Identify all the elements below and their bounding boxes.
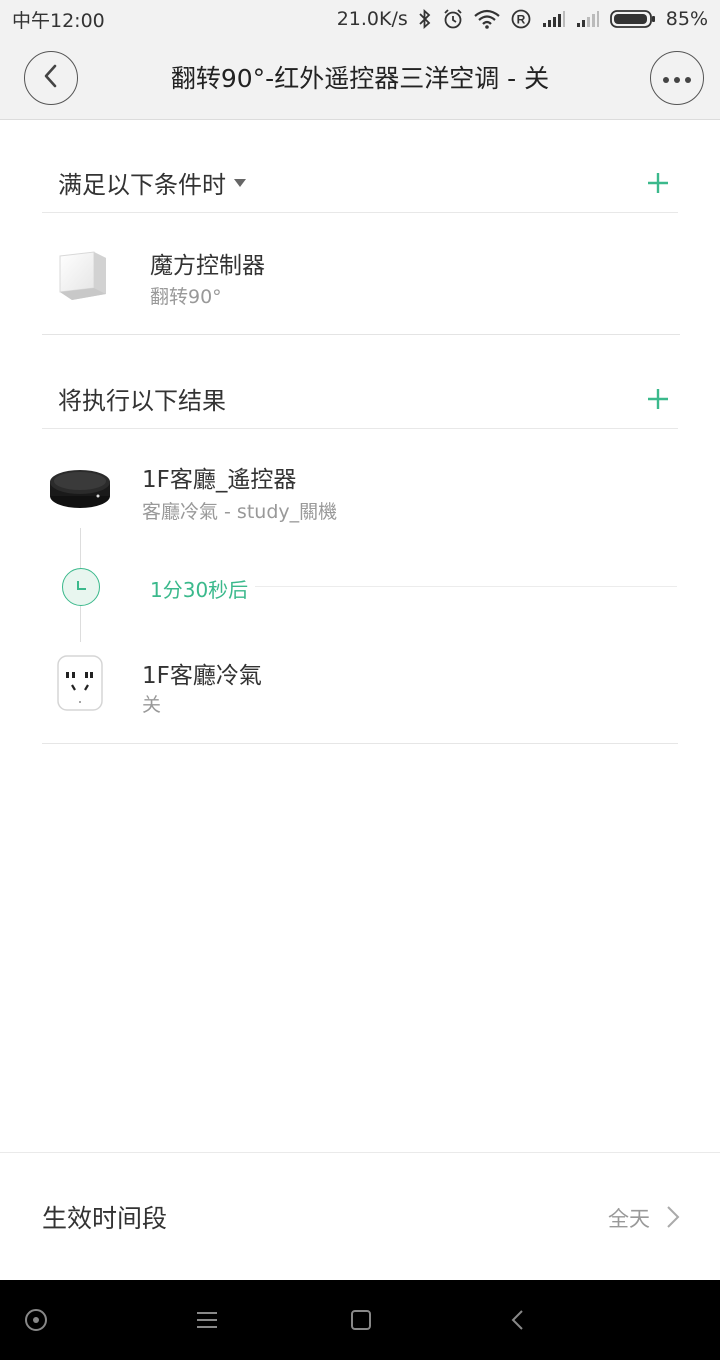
menu-button[interactable] [189, 1302, 225, 1338]
action-device-detail: 关 [142, 694, 162, 716]
condition-item[interactable]: 魔方控制器 翻转90° [42, 214, 678, 334]
network-speed: 21.0K/s [336, 8, 408, 30]
dropdown-caret-icon [234, 178, 246, 187]
roaming-icon: R [510, 8, 532, 30]
ir-remote-icon [48, 466, 112, 514]
more-dots-icon [662, 69, 692, 88]
back-button[interactable] [24, 51, 78, 105]
alarm-icon [442, 8, 464, 30]
home-square-icon [351, 1310, 371, 1330]
menu-icon [197, 1312, 217, 1328]
effective-period-row[interactable]: 生效时间段 全天 [0, 1152, 720, 1280]
actions-label: 将执行以下结果 [58, 387, 226, 415]
action-device-detail: 客廳冷氣 - study_關機 [142, 501, 338, 523]
navigation-bar [0, 1280, 720, 1360]
action-device-name: 1F客廳_遙控器 [142, 467, 297, 493]
bluetooth-icon [418, 9, 432, 29]
clock-icon [62, 568, 100, 606]
action-device-name: 1F客廳冷氣 [142, 663, 262, 689]
battery-icon [609, 9, 656, 29]
action-item[interactable]: 1F客廳_遙控器 客廳冷氣 - study_關機 [42, 430, 678, 530]
status-right: 21.0K/s R 85% [337, 8, 708, 30]
assistant-button[interactable] [18, 1302, 54, 1338]
chevron-right-icon [666, 1205, 680, 1233]
condition-device-detail: 翻转90° [150, 286, 222, 308]
nav-back-button[interactable] [499, 1302, 535, 1338]
conditions-label: 满足以下条件时 [58, 171, 226, 199]
delay-divider [255, 586, 677, 587]
signal-icon [576, 10, 600, 28]
add-action-button[interactable] [638, 379, 678, 419]
back-chevron-icon [511, 1310, 523, 1330]
status-bar: 中午12:00 21.0K/s R 85% [0, 0, 720, 38]
smart-plug-icon [56, 654, 104, 716]
status-time: 中午12:00 [12, 9, 105, 32]
back-arrow-icon [41, 63, 61, 93]
delay-label[interactable]: 1分30秒后 [150, 574, 248, 603]
home-button[interactable] [343, 1302, 379, 1338]
wifi-icon [474, 9, 500, 29]
page-title: 翻转90°-红外遥控器三洋空调 - 关 [170, 64, 550, 93]
plus-icon [648, 389, 668, 409]
section-divider [42, 334, 680, 335]
header: 翻转90°-红外遥控器三洋空调 - 关 [0, 38, 720, 120]
cube-controller-icon [54, 244, 112, 308]
plus-icon [648, 173, 668, 193]
effective-period-value: 全天 [608, 1207, 650, 1231]
circle-dot-icon [25, 1309, 47, 1331]
svg-text:R: R [516, 13, 525, 27]
actions-header: 将执行以下结果 [42, 369, 678, 429]
action-item[interactable]: 1F客廳冷氣 关 [42, 640, 678, 744]
condition-device-name: 魔方控制器 [150, 253, 265, 279]
effective-period-label: 生效时间段 [42, 1204, 168, 1233]
battery-level: 85% [665, 8, 708, 30]
signal-icon [542, 10, 566, 28]
conditions-header[interactable]: 满足以下条件时 [42, 153, 678, 213]
more-button[interactable] [650, 51, 704, 105]
add-condition-button[interactable] [638, 163, 678, 203]
